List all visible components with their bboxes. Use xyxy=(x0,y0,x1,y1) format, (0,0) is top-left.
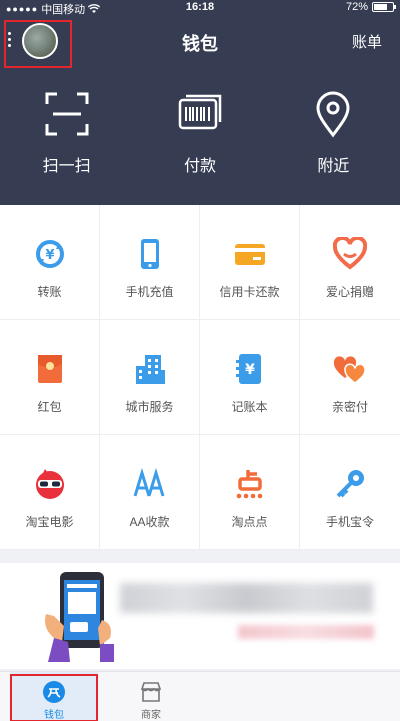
service-phone-token[interactable]: 手机宝令 xyxy=(300,435,400,550)
service-city[interactable]: 城市服务 xyxy=(100,320,200,435)
barcode-pay-icon xyxy=(178,94,222,130)
key-icon xyxy=(336,470,364,498)
service-transfer[interactable]: ¥ 转账 xyxy=(0,205,100,320)
pay-label: 付款 xyxy=(183,158,216,175)
taobao-movie-icon xyxy=(35,469,64,499)
service-taodiandian[interactable]: 淘点点 xyxy=(200,435,300,550)
transfer-icon: ¥ xyxy=(35,240,64,268)
nav-bar: 钱包 账单 xyxy=(0,18,400,68)
promo-title-blurred xyxy=(120,583,373,613)
scan-label: 扫一扫 xyxy=(42,158,91,175)
service-account-book[interactable]: ¥ 记账本 xyxy=(200,320,300,435)
alipay-wallet-icon xyxy=(43,681,65,703)
wallet-header: ●●●●● 中国移动 16:18 72% 钱包 账单 扫一扫 付款 附近 xyxy=(0,0,400,205)
phone-recharge-icon xyxy=(140,239,159,269)
service-phone-recharge[interactable]: 手机充值 xyxy=(100,205,200,320)
account-book-icon: ¥ xyxy=(235,354,261,384)
tab-wallet[interactable]: 钱包 xyxy=(10,672,98,721)
service-taobao-movie[interactable]: 淘宝电影 xyxy=(0,435,100,550)
store-icon xyxy=(140,682,162,702)
service-intimate-pay[interactable]: 亲密付 xyxy=(300,320,400,435)
city-building-icon xyxy=(135,355,165,384)
service-red-envelope[interactable]: 红包 xyxy=(0,320,100,435)
svg-text:¥: ¥ xyxy=(245,362,255,378)
taodiandian-icon xyxy=(236,470,262,499)
red-envelope-icon xyxy=(37,355,62,383)
page-title: 钱包 xyxy=(182,34,218,54)
promo-banner[interactable] xyxy=(0,563,400,669)
scan-icon xyxy=(45,92,89,136)
service-donate[interactable]: 爱心捐赠 xyxy=(300,205,400,320)
service-grid: ¥ 转账 手机充值 信用卡还款 爱心捐赠 红包 城市服务 ¥ 记账本 亲密付 淘… xyxy=(0,205,400,550)
nearby-button[interactable]: 附近 xyxy=(267,90,400,176)
location-pin-icon xyxy=(316,91,350,138)
status-bar: ●●●●● 中国移动 16:18 72% xyxy=(0,0,400,16)
quick-actions: 扫一扫 付款 附近 xyxy=(0,90,400,176)
heart-donate-icon xyxy=(333,237,367,270)
status-time: 16:18 xyxy=(185,1,215,13)
service-credit-card[interactable]: 信用卡还款 xyxy=(200,205,300,320)
nearby-label: 附近 xyxy=(317,158,350,175)
hearts-icon xyxy=(333,356,366,384)
scan-button[interactable]: 扫一扫 xyxy=(0,90,133,176)
svg-text:¥: ¥ xyxy=(45,248,54,263)
battery-icon xyxy=(372,2,396,12)
aa-collect-icon xyxy=(133,467,164,497)
tab-bar: 钱包 商家 xyxy=(0,671,400,721)
credit-card-icon xyxy=(234,244,265,265)
tab-merchant[interactable]: 商家 xyxy=(107,672,195,721)
bill-button[interactable]: 账单 xyxy=(352,31,382,52)
battery-percent: 72% xyxy=(345,1,368,13)
phone-illustration xyxy=(45,572,114,662)
promo-subtitle-blurred xyxy=(238,625,374,639)
pay-button[interactable]: 付款 xyxy=(133,90,266,176)
service-aa-collect[interactable]: AA收款 xyxy=(100,435,200,550)
